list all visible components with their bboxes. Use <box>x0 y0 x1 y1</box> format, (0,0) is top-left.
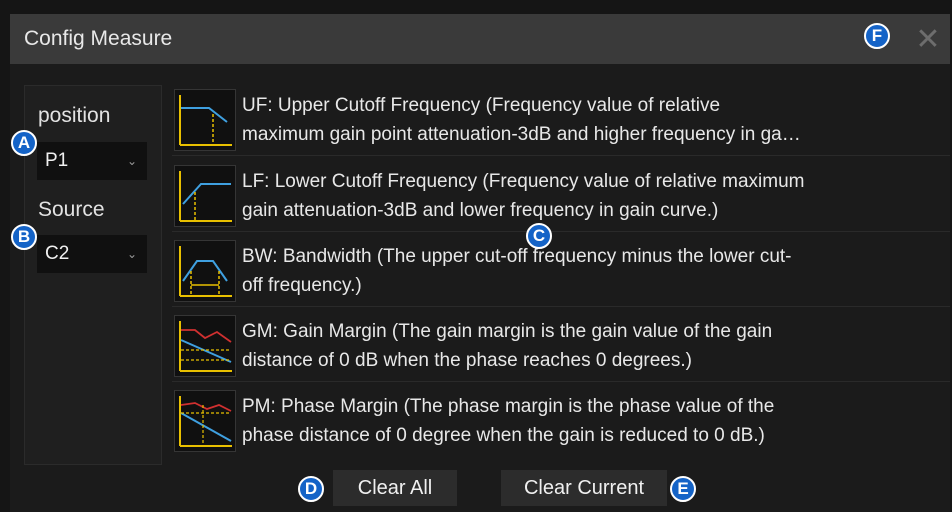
measure-text-line1: UF: Upper Cutoff Frequency (Frequency va… <box>242 95 721 116</box>
measure-text-line1: LF: Lower Cutoff Frequency (Frequency va… <box>242 171 805 192</box>
measure-text-line1: GM: Gain Margin (The gain margin is the … <box>242 321 773 342</box>
lower-cutoff-icon <box>174 165 236 227</box>
source-panel: position P1 ⌄ Source C2 ⌄ <box>24 85 162 465</box>
position-label: position <box>38 104 111 127</box>
measure-item-pm[interactable]: PM: Phase Margin (The phase margin is th… <box>172 386 950 456</box>
clear-all-button[interactable]: Clear All <box>333 470 457 506</box>
measure-list: UF: Upper Cutoff Frequency (Frequency va… <box>172 85 950 463</box>
measure-text-line1: PM: Phase Margin (The phase margin is th… <box>242 396 775 417</box>
phase-margin-icon <box>174 390 236 452</box>
chevron-down-icon: ⌄ <box>126 154 137 168</box>
position-value: P1 <box>45 150 69 171</box>
callout-f: F <box>864 23 890 49</box>
callout-a: A <box>11 130 37 156</box>
position-select[interactable]: P1 ⌄ <box>37 142 147 180</box>
measure-text-line2: gain attenuation-3dB and lower frequency… <box>242 200 719 221</box>
source-label: Source <box>38 198 105 221</box>
measure-text-line2: off frequency.) <box>242 275 362 296</box>
source-select[interactable]: C2 ⌄ <box>37 235 147 273</box>
chevron-down-icon: ⌄ <box>126 247 137 261</box>
measure-text-line1: BW: Bandwidth (The upper cut-off frequen… <box>242 246 792 267</box>
bandwidth-icon <box>174 240 236 302</box>
close-button[interactable]: ✕ <box>906 14 950 64</box>
close-icon: ✕ <box>915 22 941 56</box>
measure-text-line2: maximum gain point attenuation-3dB and h… <box>242 124 801 145</box>
measure-item-gm[interactable]: GM: Gain Margin (The gain margin is the … <box>172 311 950 382</box>
measure-text-line2: distance of 0 dB when the phase reaches … <box>242 350 692 371</box>
gain-margin-icon <box>174 315 236 377</box>
callout-b: B <box>11 224 37 250</box>
source-value: C2 <box>45 243 70 264</box>
measure-item-lf[interactable]: LF: Lower Cutoff Frequency (Frequency va… <box>172 161 950 232</box>
clear-current-button[interactable]: Clear Current <box>501 470 667 506</box>
dialog-title: Config Measure <box>24 27 173 50</box>
callout-c: C <box>526 223 552 249</box>
callout-d: D <box>298 476 324 502</box>
measure-text-line2: phase distance of 0 degree when the gain… <box>242 425 765 446</box>
measure-item-uf[interactable]: UF: Upper Cutoff Frequency (Frequency va… <box>172 85 950 156</box>
measure-item-bw[interactable]: BW: Bandwidth (The upper cut-off frequen… <box>172 236 950 307</box>
upper-cutoff-icon <box>174 89 236 151</box>
callout-e: E <box>670 476 696 502</box>
dialog-title-bar: Config Measure ✕ <box>10 14 950 64</box>
